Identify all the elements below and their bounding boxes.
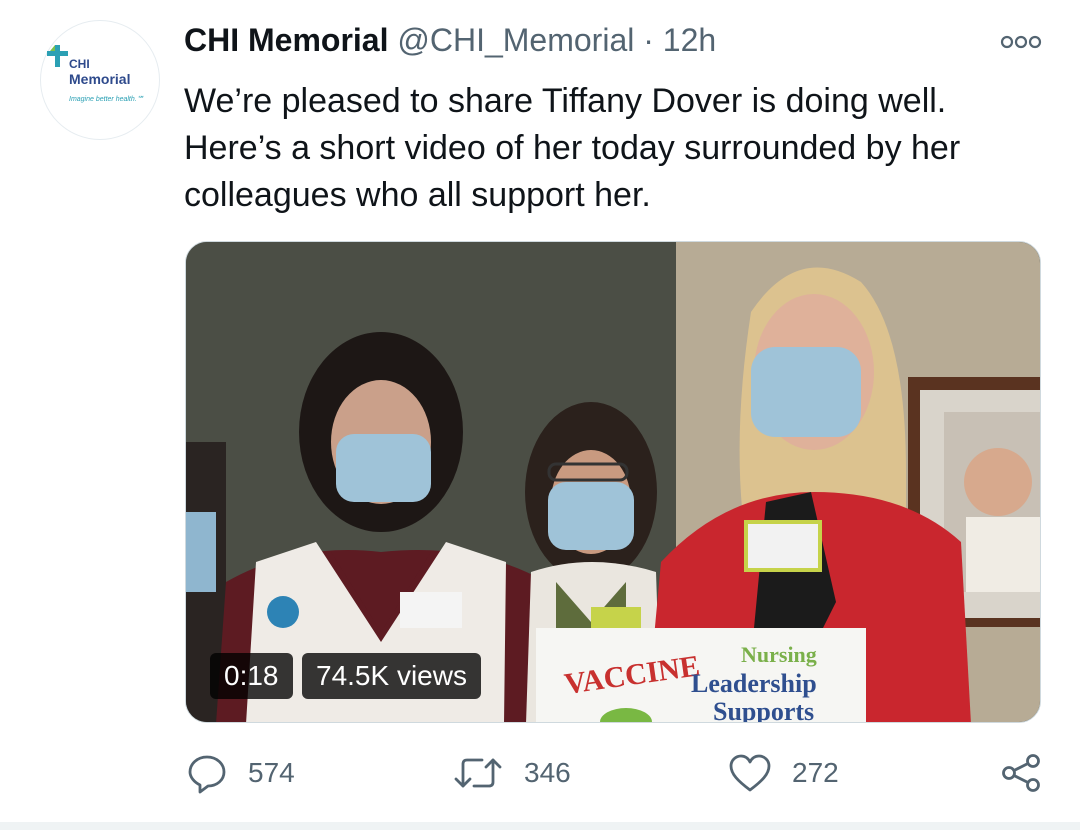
tweet-actions: 574 346 272 [0, 748, 1080, 798]
share-button[interactable] [1000, 748, 1042, 798]
tweet-timestamp[interactable]: 12h [663, 22, 716, 58]
logo-text-memorial: Memorial [69, 71, 131, 87]
reply-button[interactable]: 574 [186, 748, 295, 798]
header-separator: · [643, 22, 654, 58]
tweet-divider [0, 822, 1080, 830]
video-player[interactable]: VACCINE Nursing Leadership Supports 0:18… [185, 241, 1041, 723]
like-count: 272 [792, 757, 839, 788]
retweet-count: 346 [524, 757, 571, 788]
tweet-header: CHI Memorial @CHI_Memorial · 12h [184, 22, 716, 59]
like-button[interactable]: 272 [728, 748, 839, 798]
heart-icon [729, 754, 771, 792]
retweet-icon [454, 758, 502, 788]
video-views-badge: 74.5K views [302, 653, 481, 699]
sign-nursing-text: Nursing [741, 642, 817, 667]
reply-count: 574 [248, 757, 295, 788]
logo-tagline: Imagine better health.℠ [69, 96, 144, 103]
logo-text-chi: CHI [69, 57, 90, 71]
retweet-button[interactable]: 346 [452, 748, 571, 798]
video-duration-badge: 0:18 [210, 653, 293, 699]
tweet-text: We’re pleased to share Tiffany Dover is … [184, 82, 961, 214]
account-handle[interactable]: @CHI_Memorial [397, 22, 634, 58]
sign-supports-text: Supports [713, 697, 814, 723]
chi-logo-icon [47, 45, 68, 67]
avatar[interactable]: CHI Memorial Imagine better health.℠ [40, 20, 160, 140]
more-icon[interactable] [1000, 34, 1042, 50]
video-frame: VACCINE Nursing Leadership Supports [186, 242, 1040, 723]
reply-icon [188, 755, 226, 794]
sign-leadership-text: Leadership [691, 669, 817, 698]
account-name[interactable]: CHI Memorial [184, 22, 388, 58]
share-icon [1002, 754, 1040, 792]
